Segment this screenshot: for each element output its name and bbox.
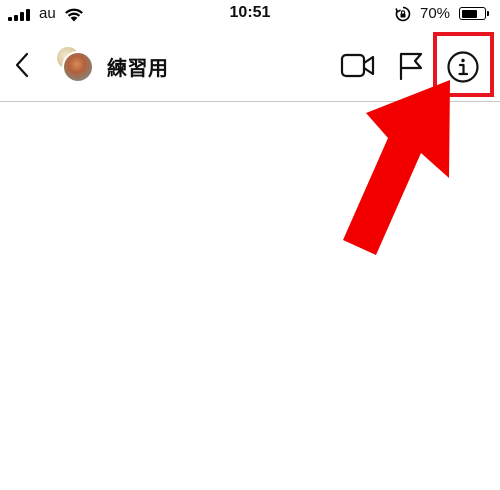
battery-icon (459, 7, 486, 20)
group-avatar[interactable] (55, 45, 97, 87)
avatar-primary (62, 51, 94, 83)
video-call-icon[interactable] (340, 52, 376, 80)
battery-level-fill (461, 9, 477, 18)
red-pointer-arrow-icon (343, 80, 450, 255)
orientation-lock-icon (395, 6, 411, 22)
chat-title[interactable]: 練習用 (107, 52, 169, 81)
status-bar: au 10:51 70% (0, 0, 500, 30)
chevron-left-icon[interactable] (10, 50, 34, 80)
battery-percent: 70% (420, 5, 451, 22)
flag-icon[interactable] (397, 50, 425, 82)
battery-nub (487, 11, 489, 16)
